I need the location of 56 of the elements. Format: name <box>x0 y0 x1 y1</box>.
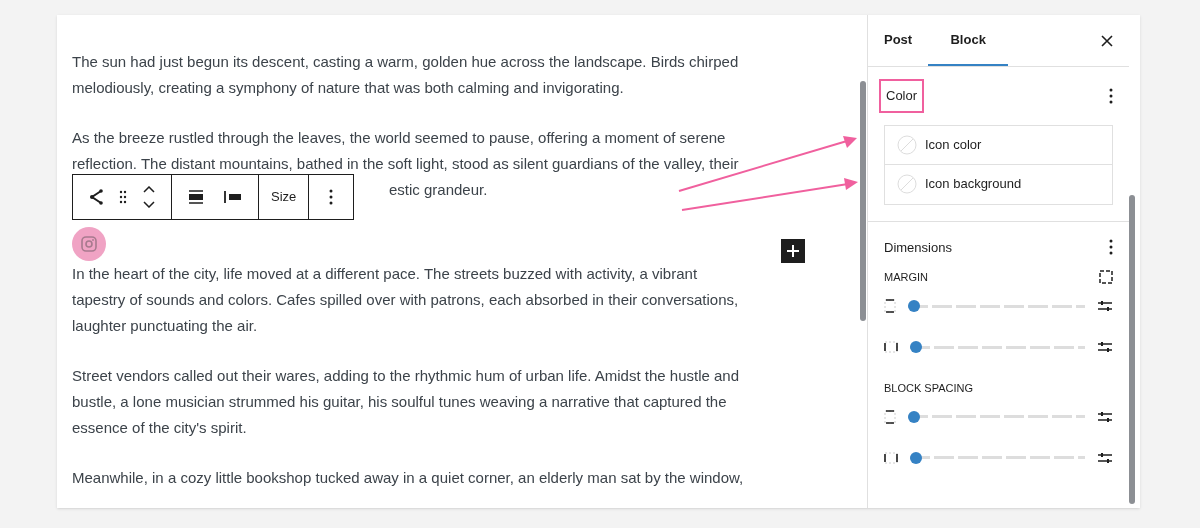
top-bottom-sides-icon <box>884 409 896 424</box>
sliders-icon[interactable] <box>1097 450 1113 465</box>
slider-track[interactable] <box>908 410 1085 423</box>
left-right-sides-icon <box>884 341 898 353</box>
panel-title: Color <box>879 79 925 113</box>
paragraph-line: estic grandeur. <box>389 181 488 198</box>
paragraph-line: tapestry of sounds and colors. Cafes spilled over with patrons, each absorbed in their conversations, <box>72 291 739 308</box>
paragraph-line: laughter punctuating the air. <box>72 317 258 334</box>
color-option[interactable]: Icon background <box>885 164 1112 204</box>
drag-handle-icon[interactable] <box>119 190 127 204</box>
sidebar-tab[interactable]: Post <box>884 15 929 66</box>
top-bottom-sides-icon <box>884 299 896 313</box>
slider-thumb[interactable] <box>910 341 922 353</box>
options-icon[interactable] <box>329 189 334 205</box>
section-label: MARGIN <box>884 270 928 285</box>
instagram-icon-block[interactable] <box>72 227 106 261</box>
sliders-icon[interactable] <box>1097 409 1113 424</box>
sidebar-tab[interactable]: Block <box>928 15 1009 66</box>
color-option[interactable]: Icon color <box>885 125 1112 165</box>
slider-track[interactable] <box>908 300 1085 312</box>
align-left-icon[interactable] <box>224 190 242 204</box>
chevron-up-icon[interactable] <box>143 186 155 193</box>
paragraph-line: Street vendors called out their wares, adding to the rhythmic hum of urban life. Amidst the hustle and <box>72 367 740 384</box>
plus-icon <box>787 245 799 257</box>
no-color-swatch-icon <box>897 174 917 194</box>
left-right-sides-icon <box>884 451 898 464</box>
share-icon[interactable] <box>89 189 103 205</box>
paragraph-line: melodiously, creating a symphony of nature that was both calming and invigorating. <box>72 79 624 96</box>
section-label: BLOCK SPACING <box>884 380 974 396</box>
slider-track[interactable] <box>910 341 1085 353</box>
panel-title: Dimensions <box>884 238 952 257</box>
camera-icon <box>81 236 97 252</box>
slider-thumb[interactable] <box>908 300 920 312</box>
scrollbar[interactable] <box>860 81 866 321</box>
link-sides-icon[interactable] <box>1099 270 1113 285</box>
slider-track[interactable] <box>910 451 1085 464</box>
paragraph-line: The sun had just begun its descent, casting a warm, golden hue across the landscape. Birds chirped <box>72 53 739 70</box>
chevron-down-icon[interactable] <box>143 201 155 208</box>
slider-thumb[interactable] <box>910 451 922 464</box>
slider-thumb[interactable] <box>908 410 920 423</box>
more-icon[interactable] <box>1109 239 1113 256</box>
no-color-swatch-icon <box>897 134 917 155</box>
scrollbar[interactable] <box>1129 195 1135 504</box>
sliders-icon[interactable] <box>1097 299 1113 313</box>
paragraph-line: essence of the city's spirit. <box>72 419 247 436</box>
sliders-icon[interactable] <box>1097 340 1113 354</box>
size-button[interactable]: Size <box>259 175 310 219</box>
paragraph-line: bustle, a lone musician strummed his guitar, his soulful tunes weaving a narrative that captured the <box>72 393 727 410</box>
paragraph-line: As the breeze rustled through the leaves, the world seemed to pause, offering a moment of serene <box>72 129 726 146</box>
align-center-icon[interactable] <box>188 190 204 204</box>
paragraph-line: reflection. The distant mountains, bathed in the soft light, stood as silent guardians of the valley, their <box>72 155 739 172</box>
paragraph-line: In the heart of the city, life moved at a different pace. The streets buzzed with activity, a vibrant <box>72 265 698 282</box>
paragraph-line: Meanwhile, in a cozy little bookshop tucked away in a quiet corner, an elderly man sat by the window, <box>72 469 744 486</box>
close-icon[interactable] <box>1101 34 1113 47</box>
more-icon[interactable] <box>1109 87 1113 104</box>
add-block-button[interactable] <box>781 239 805 263</box>
